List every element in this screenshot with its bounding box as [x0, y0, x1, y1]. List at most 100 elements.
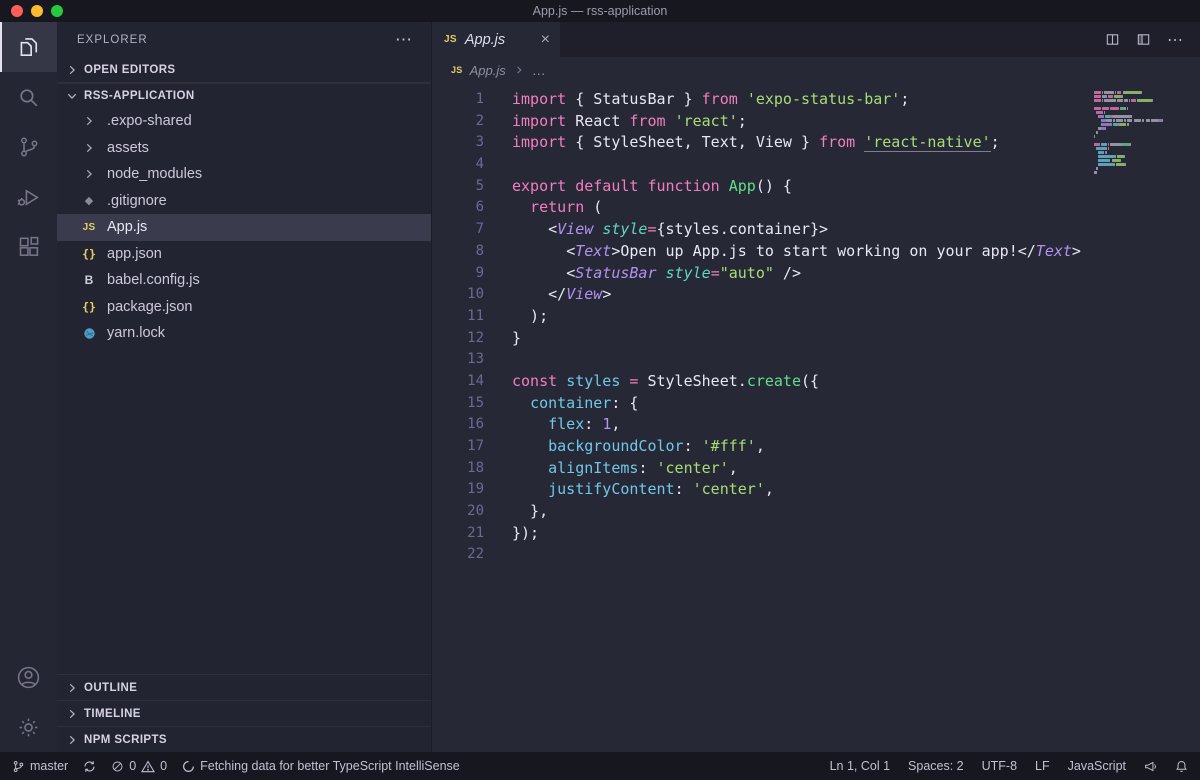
- javascript-file-icon: JS: [82, 221, 96, 233]
- code-text: return (: [484, 197, 602, 219]
- code-token: styles: [566, 371, 621, 390]
- open-editors-section[interactable]: OPEN EDITORS: [57, 58, 431, 83]
- close-window-button[interactable]: [11, 5, 23, 17]
- code-line-20[interactable]: 20 },: [432, 501, 1200, 523]
- cursor-position-indicator[interactable]: Ln 1, Col 1: [830, 759, 890, 773]
- gear-icon: [19, 718, 38, 736]
- tab-app-js[interactable]: JS App.js ×: [432, 22, 560, 57]
- zoom-window-button[interactable]: [51, 5, 63, 17]
- code-line-7[interactable]: 7 <View style={styles.container}>: [432, 219, 1200, 241]
- run-debug-activity-button[interactable]: [0, 172, 57, 222]
- code-line-17[interactable]: 17 backgroundColor: '#fff',: [432, 436, 1200, 458]
- minimap-line: [1094, 139, 1186, 142]
- editor-more-actions-button[interactable]: ⋯: [1167, 30, 1184, 50]
- breadcrumb-symbol[interactable]: …: [532, 62, 546, 78]
- code-line-3[interactable]: 3 import { StyleSheet, Text, View } from …: [432, 132, 1200, 154]
- code-editor[interactable]: 1 import { StatusBar } from 'expo-status-…: [432, 83, 1200, 752]
- search-activity-button[interactable]: [0, 72, 57, 122]
- accounts-button[interactable]: [0, 652, 57, 702]
- code-token: import: [512, 133, 576, 152]
- chevron-right-icon: [86, 143, 93, 152]
- code-line-21[interactable]: 21});: [432, 523, 1200, 545]
- intellisense-status[interactable]: Fetching data for better TypeScript Inte…: [182, 759, 460, 773]
- tree-item-gitignore[interactable]: ◆ .gitignore: [57, 188, 431, 215]
- explorer-more-actions-button[interactable]: ⋯: [395, 31, 413, 48]
- code-token: ,: [728, 458, 738, 477]
- explorer-activity-button[interactable]: [0, 22, 57, 72]
- line-number: 2: [475, 112, 484, 129]
- problems-indicator[interactable]: 0 0: [111, 759, 167, 773]
- file-icon-slot: [80, 327, 98, 340]
- explorer-header: EXPLORER ⋯: [57, 22, 431, 58]
- bell-icon: [1176, 760, 1187, 772]
- code-token: 'center': [692, 480, 765, 499]
- code-text: <View style={styles.container}>: [484, 219, 828, 241]
- tree-item-package-json[interactable]: {} package.json: [57, 294, 431, 321]
- tree-item-babel-config-js[interactable]: Bbabel.config.js: [57, 267, 431, 294]
- minimap[interactable]: [1094, 91, 1186, 179]
- workspace-section[interactable]: RSS-APPLICATION: [57, 83, 431, 108]
- eol-indicator[interactable]: LF: [1035, 759, 1050, 773]
- code-line-11[interactable]: 11 );: [432, 306, 1200, 328]
- indentation-indicator[interactable]: Spaces: 2: [908, 759, 964, 773]
- json-file-icon: {}: [82, 299, 96, 314]
- breadcrumb-file[interactable]: App.js: [470, 63, 506, 78]
- split-editor-button[interactable]: [1105, 32, 1120, 47]
- branch-name: master: [30, 759, 69, 773]
- line-number: 7: [475, 221, 484, 238]
- tree-item-app-js[interactable]: JS App.js: [57, 214, 431, 241]
- git-branch-indicator[interactable]: master: [12, 759, 68, 773]
- code-line-6[interactable]: 6 return (: [432, 197, 1200, 219]
- code-line-15[interactable]: 15 container: {: [432, 393, 1200, 415]
- code-line-18[interactable]: 18 alignItems: 'center',: [432, 458, 1200, 480]
- tree-item-app-json[interactable]: {} app.json: [57, 241, 431, 268]
- code-line-1[interactable]: 1 import { StatusBar } from 'expo-status-…: [432, 89, 1200, 111]
- code-line-19[interactable]: 19 justifyContent: 'center',: [432, 479, 1200, 501]
- code-line-12[interactable]: 12}: [432, 328, 1200, 350]
- outline-section[interactable]: OUTLINE: [57, 674, 431, 700]
- code-line-13[interactable]: 13: [432, 349, 1200, 371]
- run-debug-icon: [17, 188, 39, 206]
- tree-item-assets[interactable]: assets: [57, 135, 431, 162]
- sync-changes-button[interactable]: [83, 760, 96, 773]
- extensions-activity-button[interactable]: [0, 222, 57, 272]
- timeline-section[interactable]: TIMELINE: [57, 700, 431, 726]
- editor-layout-button[interactable]: [1136, 32, 1151, 47]
- code-line-16[interactable]: 16 flex: 1,: [432, 414, 1200, 436]
- feedback-button[interactable]: [1144, 760, 1157, 773]
- status-bar-left: master 0 0 Fetching data for better Type…: [12, 759, 460, 773]
- close-tab-button[interactable]: ×: [541, 31, 550, 49]
- code-token: (: [584, 198, 603, 217]
- json-file-icon: {}: [82, 246, 96, 261]
- file-label: babel.config.js: [107, 272, 200, 289]
- code-token: () {: [755, 176, 792, 195]
- code-line-8[interactable]: 8 <Text>Open up App.js to start working …: [432, 241, 1200, 263]
- line-number: 19: [467, 481, 484, 498]
- tree-item-node-modules[interactable]: node_modules: [57, 161, 431, 188]
- code-line-14[interactable]: 14 const styles = StyleSheet.create({: [432, 371, 1200, 393]
- code-line-9[interactable]: 9 <StatusBar style="auto" />: [432, 263, 1200, 285]
- code-line-5[interactable]: 5 export default function App() {: [432, 176, 1200, 198]
- settings-button[interactable]: [0, 702, 57, 752]
- language-mode-indicator[interactable]: JavaScript: [1068, 759, 1126, 773]
- workbench: EXPLORER ⋯ OPEN EDITORS RSS-APPLICATION …: [0, 22, 1200, 752]
- code-token: Open up App.js to start working on your …: [620, 241, 1018, 260]
- line-number: 8: [475, 242, 484, 259]
- minimap-line: [1094, 159, 1186, 162]
- file-label: yarn.lock: [107, 325, 166, 342]
- minimize-window-button[interactable]: [31, 5, 43, 17]
- code-text: <StatusBar style="auto" />: [484, 263, 801, 285]
- source-control-activity-button[interactable]: [0, 122, 57, 172]
- code-line-4[interactable]: 4: [432, 154, 1200, 176]
- notifications-button[interactable]: [1175, 760, 1188, 773]
- tree-item-yarn-lock[interactable]: yarn.lock: [57, 320, 431, 347]
- tree-item-expo-shared[interactable]: .expo-shared: [57, 108, 431, 135]
- code-line-2[interactable]: 2 import React from 'react';: [432, 111, 1200, 133]
- code-token: </: [1017, 241, 1036, 260]
- code-token: .: [737, 371, 747, 390]
- encoding-indicator[interactable]: UTF-8: [982, 759, 1017, 773]
- npm-scripts-section[interactable]: NPM SCRIPTS: [57, 726, 431, 752]
- code-line-22[interactable]: 22: [432, 544, 1200, 566]
- code-line-10[interactable]: 10 </View>: [432, 284, 1200, 306]
